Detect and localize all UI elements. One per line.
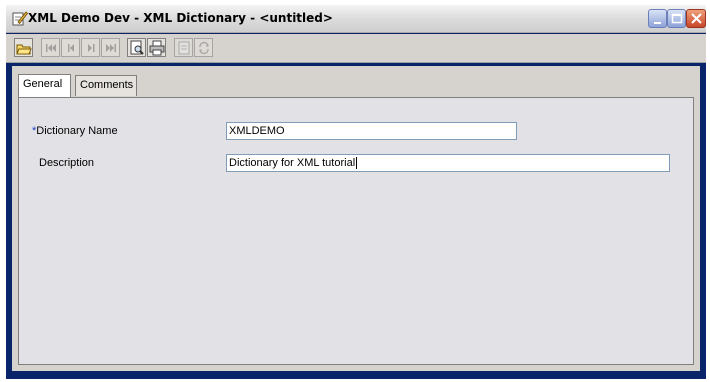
toolbar [6, 34, 706, 63]
description-value: Dictionary for XML tutorial [229, 157, 356, 169]
last-record-icon [106, 44, 116, 52]
app-window: XML Demo Dev - XML Dictionary - <untitle… [6, 5, 706, 379]
minimize-icon [654, 22, 661, 24]
maximize-icon [671, 13, 683, 24]
first-record-button[interactable] [41, 38, 60, 57]
dictionary-name-label: *Dictionary Name [32, 125, 118, 137]
open-button[interactable] [14, 38, 33, 57]
previous-record-button[interactable] [61, 38, 80, 57]
last-record-button[interactable] [101, 38, 120, 57]
window-title: XML Demo Dev - XML Dictionary - <untitle… [28, 11, 333, 25]
previous-record-icon [68, 44, 74, 52]
minimize-button[interactable] [648, 9, 667, 28]
refresh-icon [199, 41, 209, 55]
maximize-button[interactable] [667, 9, 686, 28]
dictionary-name-label-text: Dictionary Name [36, 125, 118, 137]
next-record-icon [88, 44, 95, 52]
dictionary-name-value: XMLDEMO [229, 125, 285, 137]
dictionary-name-field[interactable]: XMLDEMO [226, 122, 517, 140]
description-field[interactable]: Dictionary for XML tutorial [226, 154, 670, 172]
general-tab-panel: *Dictionary Name XMLDEMO Description Dic… [18, 97, 694, 365]
edit-pencil-icon [12, 10, 29, 26]
close-icon [691, 13, 702, 24]
title-bar[interactable]: XML Demo Dev - XML Dictionary - <untitle… [6, 5, 706, 33]
print-preview-button[interactable] [127, 38, 146, 57]
close-button[interactable] [686, 9, 706, 28]
print-icon [149, 40, 165, 56]
document-button[interactable] [174, 38, 193, 57]
first-record-icon [46, 44, 56, 52]
tab-general[interactable]: General [18, 74, 71, 97]
next-record-button[interactable] [81, 38, 100, 57]
main-content: General Comments *Dictionary Name XMLDEM… [12, 66, 700, 371]
description-label: Description [39, 157, 95, 169]
text-caret [356, 157, 358, 170]
document-icon [178, 41, 190, 55]
open-folder-icon [16, 44, 32, 55]
print-preview-icon [130, 40, 144, 55]
refresh-button[interactable] [194, 38, 213, 57]
tab-comments[interactable]: Comments [75, 75, 137, 96]
print-button[interactable] [147, 38, 166, 57]
